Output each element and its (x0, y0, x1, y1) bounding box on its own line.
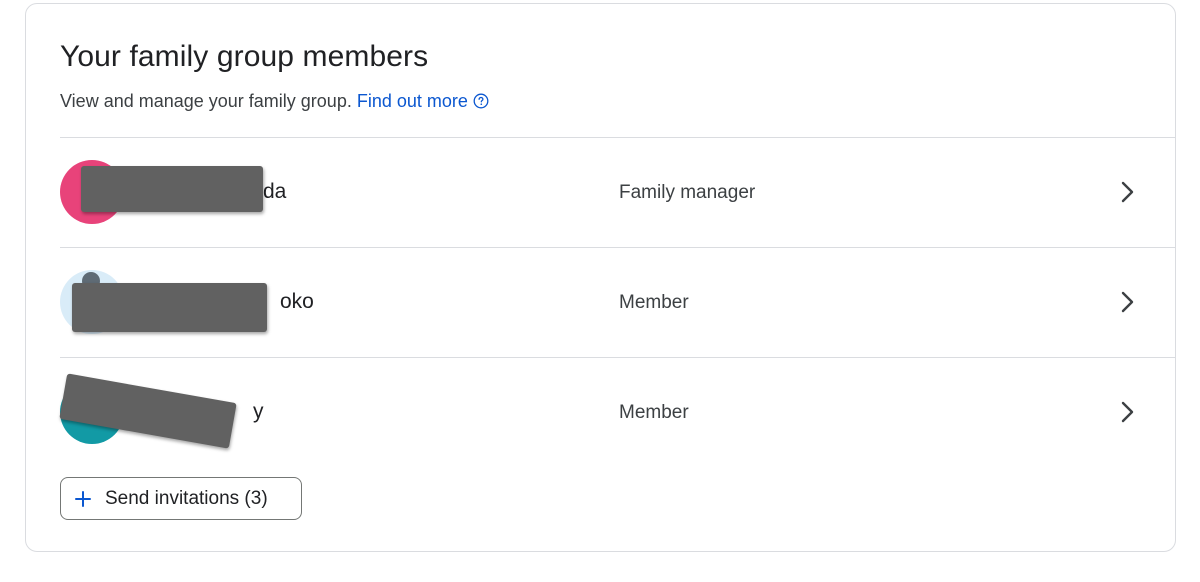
redaction-box (81, 166, 263, 212)
chevron-right-icon (1121, 291, 1134, 313)
member-name: y (253, 400, 264, 423)
member-row-1[interactable]: da Family manager (60, 137, 1175, 246)
member-row-2[interactable]: oko Member (60, 247, 1175, 356)
help-circle-icon (473, 93, 489, 114)
plus-icon (75, 490, 91, 507)
redaction-box (72, 283, 267, 332)
member-role: Member (619, 402, 689, 423)
page-title: Your family group members (60, 40, 429, 73)
member-role: Member (619, 292, 689, 313)
member-row-3[interactable]: C y Member (59, 357, 1175, 466)
send-invitations-button[interactable]: Send invitations (3) (60, 477, 302, 520)
member-name: oko (280, 290, 314, 313)
family-group-card: Your family group members View and manag… (25, 3, 1176, 552)
send-invitations-label: Send invitations (3) (105, 487, 268, 509)
find-out-more-link[interactable]: Find out more (357, 91, 489, 111)
page-subtitle: View and manage your family group. Find … (60, 91, 489, 114)
member-name: da (263, 180, 287, 203)
member-role: Family manager (619, 182, 756, 203)
chevron-right-icon (1121, 401, 1134, 423)
chevron-right-icon (1121, 181, 1134, 203)
find-out-more-label: Find out more (356, 91, 468, 111)
subtitle-text: View and manage your family group. (60, 91, 352, 111)
